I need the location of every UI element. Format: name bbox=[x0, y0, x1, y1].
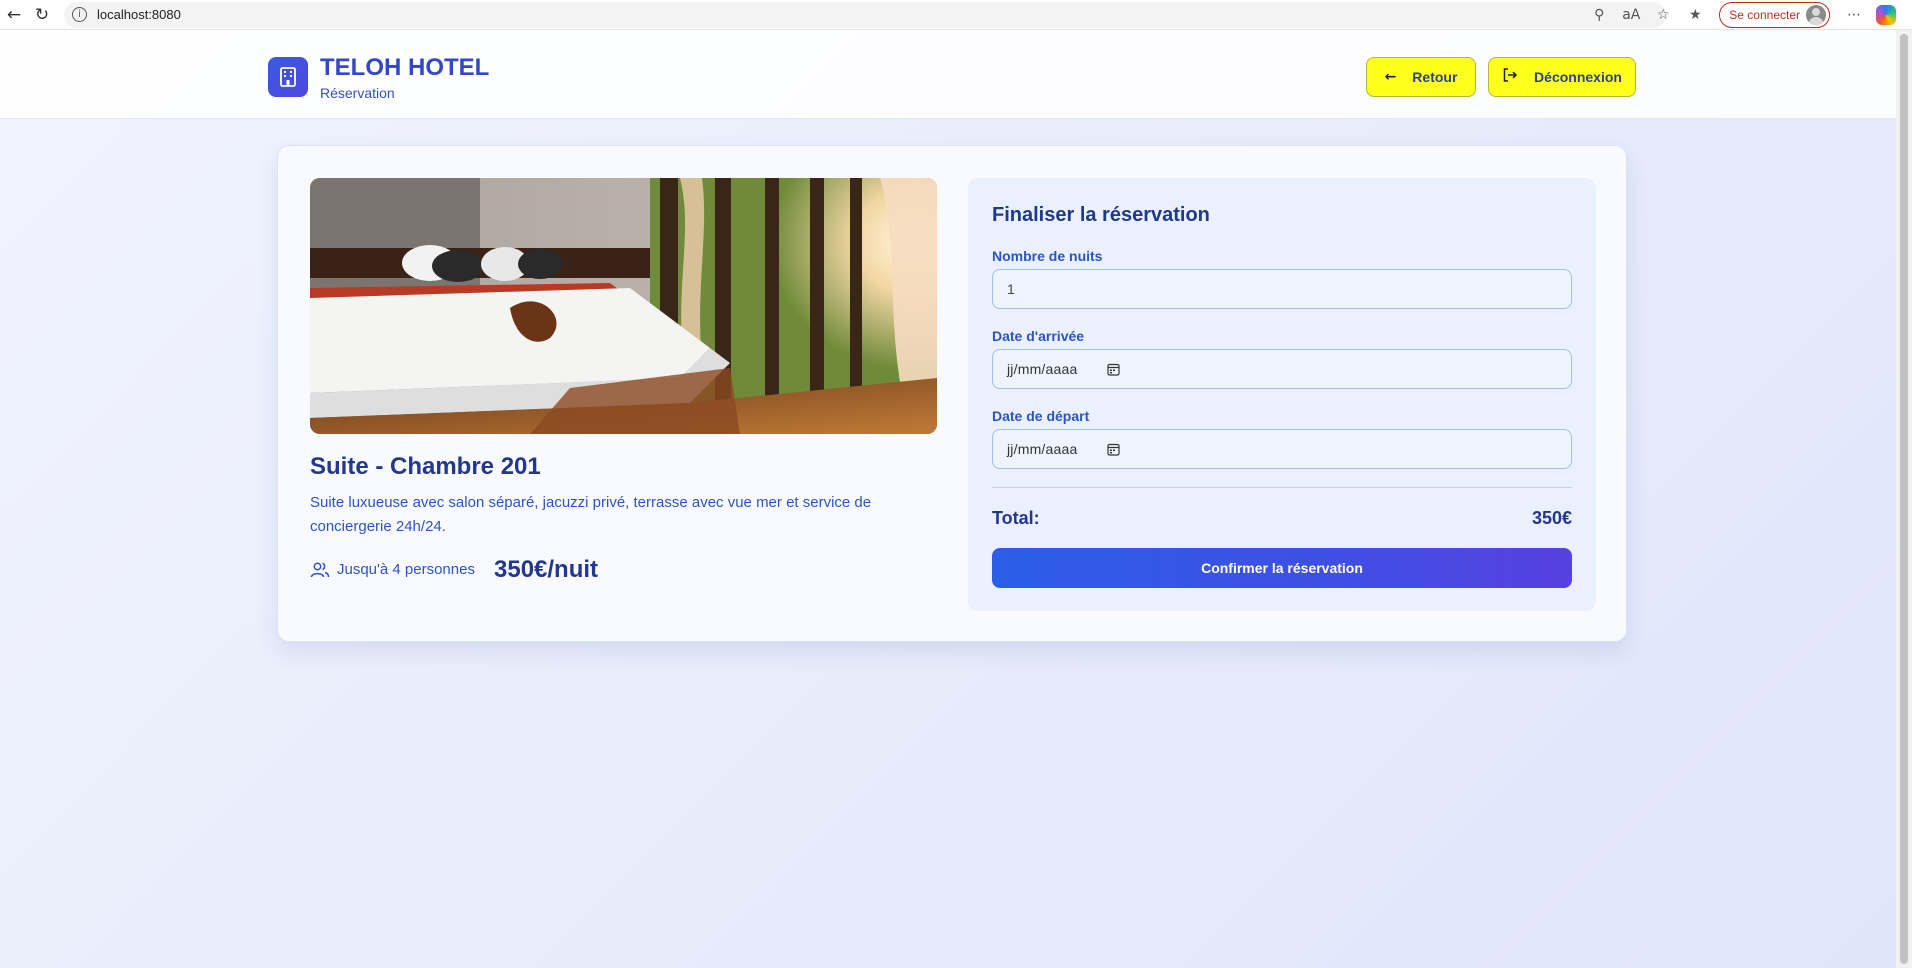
nights-label: Nombre de nuits bbox=[992, 248, 1103, 264]
nights-input[interactable]: 1 bbox=[992, 269, 1572, 309]
key-icon[interactable]: ⚲ bbox=[1583, 1, 1615, 29]
hotel-building-icon bbox=[268, 57, 308, 97]
room-title: Suite - Chambre 201 bbox=[310, 453, 541, 480]
confirm-reservation-button[interactable]: Confirmer la réservation bbox=[992, 548, 1572, 588]
favorites-list-icon[interactable]: ★ bbox=[1679, 1, 1711, 29]
room-price: 350€/nuit bbox=[494, 556, 599, 583]
calendar-icon[interactable] bbox=[1107, 363, 1121, 376]
app-header: TELOH HOTEL Réservation ← Retour Déconne… bbox=[0, 30, 1896, 119]
logout-icon bbox=[1502, 67, 1518, 87]
users-icon bbox=[310, 562, 330, 578]
booking-form: Finaliser la réservation Nombre de nuits… bbox=[968, 178, 1596, 611]
reload-icon[interactable]: ↻ bbox=[28, 1, 56, 29]
booking-form-title: Finaliser la réservation bbox=[992, 204, 1210, 226]
reservation-card: Suite - Chambre 201 Suite luxueuse avec … bbox=[277, 145, 1627, 642]
address-bar[interactable]: i localhost:8080 bbox=[64, 1, 1666, 28]
more-menu-icon[interactable]: ⋯ bbox=[1838, 1, 1870, 29]
signin-button[interactable]: Se connecter bbox=[1719, 2, 1830, 28]
copilot-icon[interactable] bbox=[1876, 5, 1896, 25]
total-value: 350€ bbox=[1531, 508, 1572, 528]
favorite-star-icon[interactable]: ☆ bbox=[1647, 1, 1679, 29]
total-label: Total: bbox=[992, 508, 1040, 528]
scrollbar-thumb[interactable] bbox=[1900, 34, 1908, 964]
room-capacity: Jusqu'à 4 personnes bbox=[337, 561, 475, 578]
room-photo bbox=[310, 178, 937, 434]
departure-date-placeholder: jj/mm/aaaa bbox=[1007, 441, 1078, 457]
logout-button-label: Déconnexion bbox=[1534, 69, 1622, 85]
url-text: localhost:8080 bbox=[97, 7, 181, 22]
logout-button[interactable]: Déconnexion bbox=[1488, 57, 1636, 97]
nights-value: 1 bbox=[1007, 281, 1015, 297]
calendar-icon[interactable] bbox=[1107, 443, 1121, 456]
profile-avatar-icon bbox=[1806, 5, 1826, 25]
brand-title: TELOH HOTEL bbox=[320, 54, 490, 81]
arrival-date-label: Date d'arrivée bbox=[992, 328, 1085, 344]
browser-toolbar: ← ↻ i localhost:8080 ⚲ a​A ☆ ★ Se connec… bbox=[0, 0, 1912, 30]
room-description: Suite luxueuse avec salon séparé, jacuzz… bbox=[310, 494, 872, 535]
translate-icon[interactable]: a​A bbox=[1615, 1, 1647, 29]
site-info-icon[interactable]: i bbox=[72, 7, 87, 22]
signin-label: Se connecter bbox=[1729, 8, 1800, 22]
back-arrow-icon[interactable]: ← bbox=[0, 1, 28, 29]
arrival-date-placeholder: jj/mm/aaaa bbox=[1007, 361, 1078, 377]
departure-date-input[interactable]: jj/mm/aaaa bbox=[992, 429, 1572, 469]
browser-actions: ⚲ a​A ☆ ★ Se connecter ⋯ bbox=[1583, 0, 1912, 30]
page-scrollbar[interactable] bbox=[1896, 30, 1912, 968]
confirm-button-label: Confirmer la réservation bbox=[1201, 560, 1363, 576]
back-button[interactable]: ← Retour bbox=[1366, 57, 1476, 97]
arrival-date-input[interactable]: jj/mm/aaaa bbox=[992, 349, 1572, 389]
back-button-label: Retour bbox=[1412, 69, 1458, 85]
page-subtitle: Réservation bbox=[320, 85, 395, 101]
departure-date-label: Date de départ bbox=[992, 408, 1090, 424]
total-divider bbox=[992, 487, 1572, 488]
arrow-left-icon: ← bbox=[1384, 69, 1397, 85]
